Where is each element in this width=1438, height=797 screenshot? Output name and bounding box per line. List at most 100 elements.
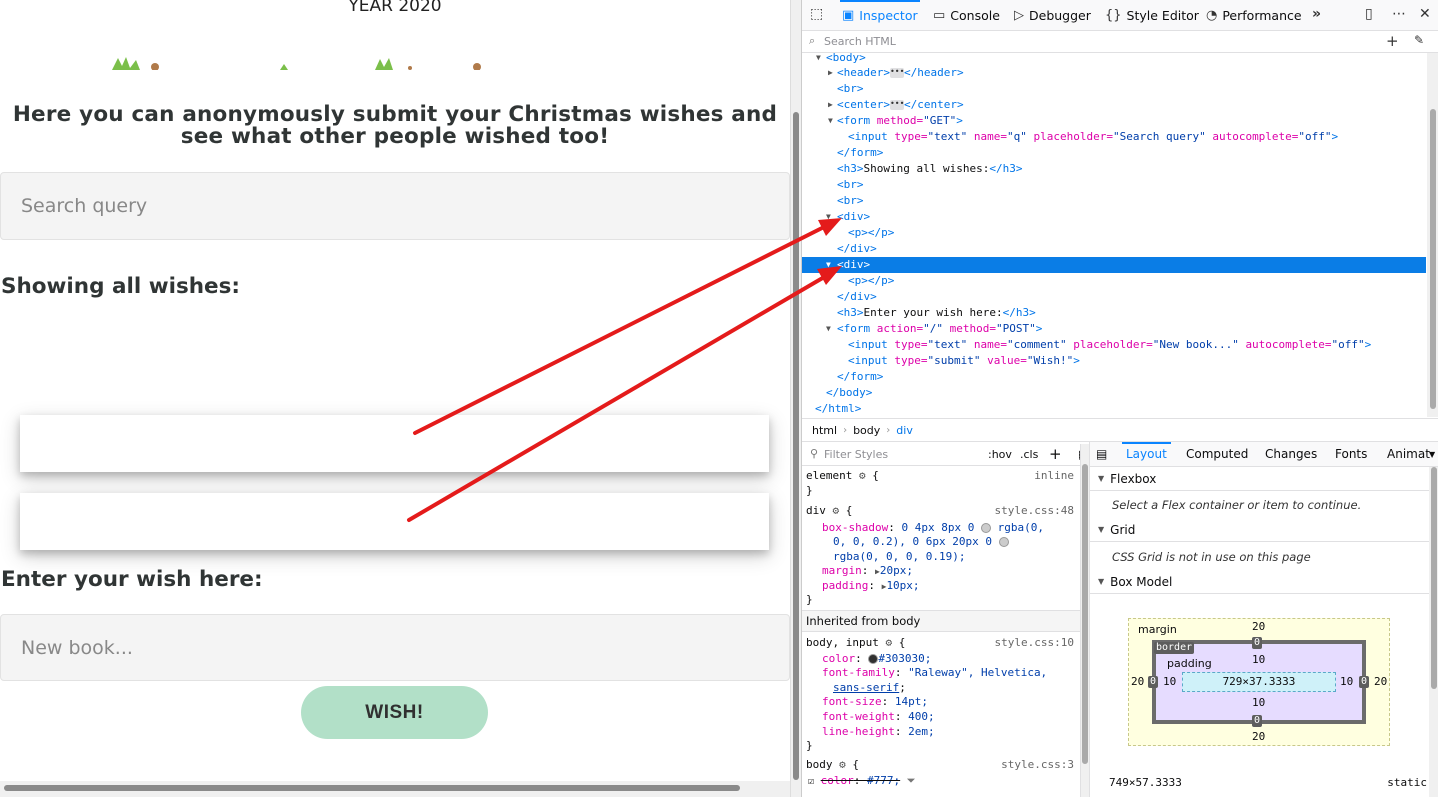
breadcrumb: html › body › div xyxy=(802,418,1438,442)
tab-inspector[interactable]: ▣ Inspector xyxy=(840,0,920,31)
declaration[interactable]: font-weight: 400; xyxy=(822,710,935,725)
page-vertical-scrollbar-thumb[interactable] xyxy=(793,112,799,780)
gear-icon[interactable]: ⚙ xyxy=(833,504,840,517)
box-model-diagram: 729×37.3333 margin border padding 20 20 … xyxy=(1128,618,1390,746)
breadcrumb-div[interactable]: div xyxy=(896,424,913,437)
more-options-icon[interactable]: ⋯ xyxy=(1392,6,1406,22)
add-rule-icon[interactable]: + xyxy=(1049,445,1062,463)
declaration[interactable]: line-height: 2em; xyxy=(822,725,935,740)
filter-styles-input[interactable]: Filter Styles xyxy=(824,448,888,461)
markup-line[interactable]: <input type="text" name="comment" placeh… xyxy=(802,337,1426,353)
collapsed-content-icon[interactable]: ••• xyxy=(889,68,904,78)
markup-line[interactable]: ▶ <header>•••</header> xyxy=(802,65,1426,81)
markup-line[interactable]: </html> xyxy=(802,401,1426,417)
devtools-toolbar: ⬚ ▣ Inspector ▭ Console ▷ Debugger {} St… xyxy=(802,0,1438,31)
box-model-section[interactable]: ▼ Box Model xyxy=(1090,570,1438,594)
gear-icon[interactable]: ⚙ xyxy=(839,758,846,771)
markup-line[interactable]: ▼ <form action="/" method="POST"> xyxy=(802,321,1426,337)
box-model-content[interactable]: 729×37.3333 xyxy=(1182,672,1336,692)
rules-view: element ⚙ { inline } div ⚙ { style.css:4… xyxy=(802,466,1080,797)
wish-button[interactable]: WISH! xyxy=(301,686,488,739)
computed-view-icon[interactable]: ▤ xyxy=(1096,447,1107,461)
markup-line[interactable]: ▼ <form method="GET"> xyxy=(802,113,1426,129)
declaration[interactable]: padding: ▶10px; xyxy=(822,579,920,595)
markup-line[interactable]: </form> xyxy=(802,369,1426,385)
tab-changes[interactable]: Changes xyxy=(1265,447,1317,461)
markup-line[interactable]: <br> xyxy=(802,81,1426,97)
rule-source[interactable]: style.css:3 xyxy=(1001,758,1074,773)
wish-placeholder: New book... xyxy=(21,636,133,659)
collapsed-content-icon[interactable]: ••• xyxy=(889,100,904,110)
tab-style-editor[interactable]: {} Style Editor xyxy=(1105,0,1199,31)
dock-icon[interactable]: ▯ xyxy=(1365,6,1373,22)
declaration-overridden[interactable]: ☑ color: #777; ⏷ xyxy=(808,774,916,790)
grid-section[interactable]: ▼ Grid xyxy=(1090,518,1438,542)
search-input[interactable]: Search query xyxy=(0,172,790,240)
add-node-icon[interactable]: + xyxy=(1386,32,1399,50)
gear-icon[interactable]: ⚙ xyxy=(859,469,866,482)
markup-line-div[interactable]: ▼ <div> xyxy=(802,209,1426,225)
rules-scrollbar[interactable] xyxy=(1080,444,1089,797)
declaration[interactable]: font-size: 14pt; xyxy=(822,695,928,710)
inspector-icon: ▣ xyxy=(842,8,855,23)
markup-line[interactable]: <h3>Showing all wishes:</h3> xyxy=(802,161,1426,177)
chevron-down-icon[interactable]: ▼ xyxy=(1429,450,1435,459)
search-html-bar[interactable]: ⌕ Search HTML + ✎ xyxy=(802,31,1438,53)
markup-line[interactable]: </div> xyxy=(802,289,1426,305)
markup-scrollbar[interactable] xyxy=(1427,53,1438,417)
layout-scrollbar-thumb[interactable] xyxy=(1431,467,1437,689)
horizontal-scrollbar-thumb[interactable] xyxy=(4,785,740,791)
close-icon[interactable]: ✕ xyxy=(1419,6,1431,22)
markup-line-div-selected[interactable]: ▼ <div> xyxy=(802,257,1426,273)
markup-line[interactable]: <p></p> xyxy=(802,225,1426,241)
rule-source[interactable]: style.css:48 xyxy=(995,504,1074,519)
gear-icon[interactable]: ⚙ xyxy=(885,636,892,649)
christmas-decoration xyxy=(112,57,481,70)
classes-button[interactable]: .cls xyxy=(1020,448,1038,461)
search-placeholder: Search query xyxy=(21,195,148,217)
rule-source[interactable]: inline xyxy=(1034,469,1074,484)
declaration[interactable]: margin: ▶20px; xyxy=(822,564,913,580)
intro-text: Here you can anonymously submit your Chr… xyxy=(12,102,778,149)
margin-top: 20 xyxy=(1252,620,1266,633)
tab-layout[interactable]: Layout xyxy=(1122,442,1171,461)
element-picker-icon[interactable]: ⬚ xyxy=(810,6,823,22)
rule-source[interactable]: style.css:10 xyxy=(995,636,1074,651)
horizontal-scrollbar[interactable] xyxy=(0,781,790,797)
border-label: border xyxy=(1154,642,1195,654)
declaration[interactable]: box-shadow: 0 4px 8px 0 rgba(0, xyxy=(822,521,1044,536)
margin-bottom: 20 xyxy=(1252,730,1266,743)
breadcrumb-body[interactable]: body xyxy=(853,424,880,437)
markup-scrollbar-thumb[interactable] xyxy=(1430,109,1436,409)
wish-card xyxy=(20,493,769,550)
tab-console[interactable]: ▭ Console xyxy=(933,0,1000,31)
eyedropper-icon[interactable]: ✎ xyxy=(1414,33,1424,47)
markup-line[interactable]: <input type="text" name="q" placeholder=… xyxy=(802,129,1426,145)
markup-line[interactable]: </div> xyxy=(802,241,1426,257)
flexbox-section[interactable]: ▼ Flexbox xyxy=(1090,467,1438,491)
page-vertical-scrollbar[interactable] xyxy=(790,0,801,797)
markup-line[interactable]: <input type="submit" value="Wish!"> xyxy=(802,353,1426,369)
more-tabs-icon[interactable]: » xyxy=(1312,6,1321,22)
tab-animations[interactable]: Animat xyxy=(1387,447,1430,461)
tab-fonts[interactable]: Fonts xyxy=(1335,447,1367,461)
declaration[interactable]: color: #303030; xyxy=(822,652,931,667)
tab-performance[interactable]: ◔ Performance xyxy=(1206,0,1302,31)
padding-bottom: 10 xyxy=(1252,696,1266,709)
rules-scrollbar-thumb[interactable] xyxy=(1082,464,1088,764)
layout-scrollbar[interactable] xyxy=(1429,467,1438,797)
declaration[interactable]: font-family: "Raleway", Helvetica, xyxy=(822,666,1047,681)
markup-line[interactable]: <br> xyxy=(802,177,1426,193)
hover-state-button[interactable]: :hov xyxy=(988,448,1012,461)
markup-line[interactable]: <h3>Enter your wish here:</h3> xyxy=(802,305,1426,321)
box-position: static xyxy=(1387,776,1427,789)
markup-line[interactable]: </body> xyxy=(802,385,1426,401)
markup-line[interactable]: ▶ <center>•••</center> xyxy=(802,97,1426,113)
breadcrumb-html[interactable]: html xyxy=(812,424,837,437)
wish-input[interactable]: New book... xyxy=(0,614,790,681)
tab-computed[interactable]: Computed xyxy=(1186,447,1248,461)
markup-line[interactable]: <br> xyxy=(802,193,1426,209)
tab-debugger[interactable]: ▷ Debugger xyxy=(1014,0,1091,31)
markup-line[interactable]: <p></p> xyxy=(802,273,1426,289)
markup-line[interactable]: </form> xyxy=(802,145,1426,161)
